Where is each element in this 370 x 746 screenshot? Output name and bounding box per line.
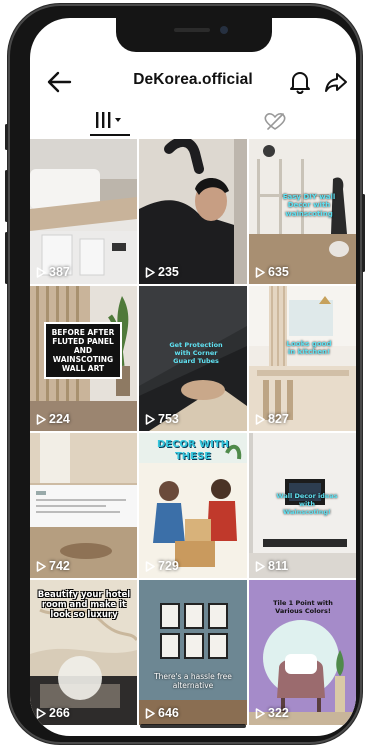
view-count-value: 635 [268,265,289,279]
heart-hidden-icon[interactable] [262,110,288,132]
video-grid: 387 235 Easy DIY wall Decor with wainsco… [30,139,356,736]
video-caption: DECOR WITH THESE [156,439,230,462]
view-count-value: 827 [268,412,289,426]
play-icon [36,707,46,719]
view-count-value: 811 [268,559,289,573]
view-count: 729 [145,559,179,573]
tab-active-indicator [90,134,130,136]
play-icon [36,266,46,278]
video-tile[interactable]: Looks good in kitchen! 827 [249,286,356,431]
video-tile[interactable]: Get Protection with Corner Guard Tubes 7… [139,286,247,431]
speaker-grille [174,28,210,32]
play-icon [255,707,265,719]
view-count-value: 742 [49,559,70,573]
view-count-value: 235 [158,265,179,279]
play-icon [255,413,265,425]
view-count: 266 [36,706,70,720]
view-count-value: 646 [158,706,179,720]
video-tile[interactable]: There's a hassle free alternative 646 [139,580,247,725]
view-count-value: 224 [49,412,70,426]
power-button [362,194,365,272]
volume-down-button [5,232,8,284]
play-icon [36,413,46,425]
video-tile[interactable]: 742 [30,433,137,578]
view-count: 235 [145,265,179,279]
video-tile[interactable]: Easy DIY wall Decor with wainscoting 635 [249,139,356,284]
video-tile[interactable]: Beautify your hotel room and make it loo… [30,580,137,725]
video-caption: Wall Decor ideas with Wainscoting! [276,492,338,516]
video-caption: Looks good in kitchen! [286,340,332,357]
profile-tabs [30,104,356,138]
share-arrow-icon[interactable] [324,70,348,94]
play-icon [36,560,46,572]
profile-header: DeKorea.official [30,62,356,102]
grid-bars-icon[interactable] [90,108,130,134]
video-caption: Get Protection with Corner Guard Tubes [169,341,223,365]
view-count-value: 753 [158,412,179,426]
video-caption: Easy DIY wall Decor with wainscoting [282,193,336,218]
video-tile[interactable]: Wall Decor ideas with Wainscoting! 811 [249,433,356,578]
video-thumbnail [139,580,247,725]
view-count: 635 [255,265,289,279]
video-caption: There's a hassle free alternative [154,672,232,690]
view-count-value: 729 [158,559,179,573]
video-thumbnail [139,139,247,284]
camera-notch [116,18,272,52]
video-thumbnail [249,286,356,431]
play-icon [145,413,155,425]
view-count: 753 [145,412,179,426]
arrow-left-icon[interactable] [46,70,72,94]
video-tile[interactable]: Tile 1 Point with Various Colors! 322 [249,580,356,725]
view-count: 322 [255,706,289,720]
view-count-value: 266 [49,706,70,720]
video-thumbnail [30,139,137,284]
video-thumbnail [30,433,137,578]
video-tile[interactable]: 235 [139,139,247,284]
home-indicator[interactable] [140,724,246,728]
mute-switch [5,124,8,150]
view-count: 811 [255,559,288,573]
view-count-value: 387 [49,265,70,279]
view-count: 646 [145,706,179,720]
video-tile[interactable]: DECOR WITH THESE 729 [139,433,247,578]
app-screen: DeKorea.official 387 235 Easy DIY wall D… [30,18,356,736]
front-camera [220,26,228,34]
play-icon [145,266,155,278]
view-count: 387 [36,265,70,279]
play-icon [145,707,155,719]
profile-username: DeKorea.official [133,71,253,88]
bell-icon[interactable] [288,69,312,95]
video-tile[interactable]: 387 [30,139,137,284]
video-caption: Beautify your hotel room and make it loo… [37,590,131,621]
video-tile[interactable]: BEFORE AFTER FLUTED PANEL AND WAINSCOTIN… [30,286,137,431]
video-caption: BEFORE AFTER FLUTED PANEL AND WAINSCOTIN… [44,322,122,379]
video-caption: Tile 1 Point with Various Colors! [273,599,333,615]
view-count-value: 322 [268,706,289,720]
play-icon [255,560,265,572]
play-icon [145,560,155,572]
play-icon [255,266,265,278]
volume-up-button [5,170,8,222]
phone-frame: DeKorea.official 387 235 Easy DIY wall D… [5,4,365,744]
view-count: 827 [255,412,289,426]
view-count: 224 [36,412,70,426]
view-count: 742 [36,559,70,573]
